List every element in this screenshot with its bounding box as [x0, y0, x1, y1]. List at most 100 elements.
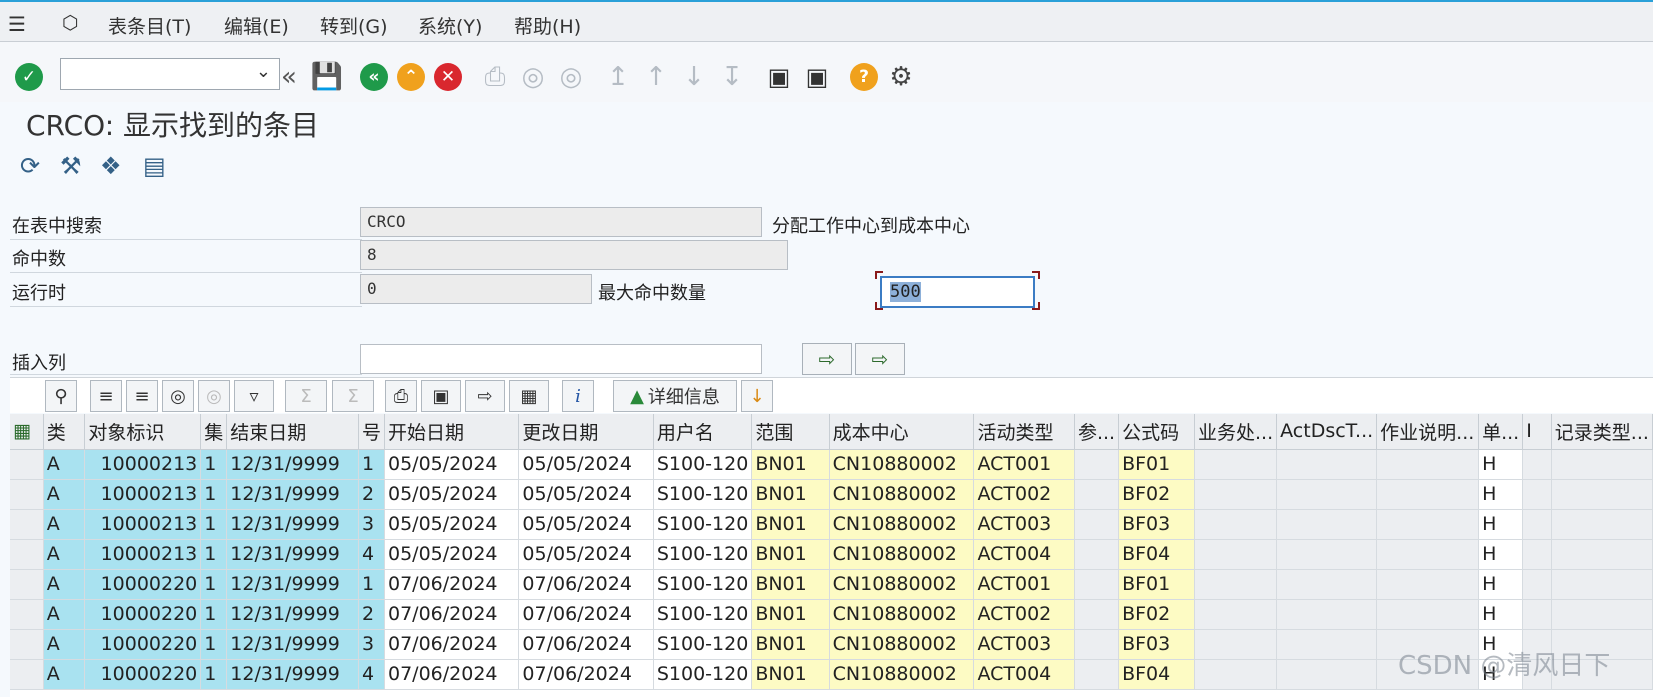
table-row[interactable]: A 10000213 1 12/31/9999 3 05/05/2024 05/05/202…	[10, 509, 1653, 540]
table-row[interactable]: A 10000213 1 12/31/9999 4 05/05/2024 05/05/202…	[10, 539, 1653, 570]
sort-ascending-button[interactable]: ≡	[90, 380, 122, 412]
filter-button[interactable]: ▿	[234, 380, 274, 412]
find-button[interactable]: ◎	[516, 60, 550, 94]
row-selector[interactable]	[10, 479, 44, 510]
column-header[interactable]: 成本中心	[829, 414, 975, 450]
column-header[interactable]: 活动类型	[973, 414, 1075, 450]
views-button[interactable]: ▣	[421, 380, 461, 412]
table-cell: ACT004	[973, 659, 1075, 690]
command-field[interactable]: ⌄	[60, 58, 280, 90]
table-cell: 12/31/9999	[226, 599, 359, 630]
back-button[interactable]: «	[357, 60, 391, 94]
details-view-button[interactable]: ⚲	[45, 380, 77, 412]
menu-edit[interactable]: 编辑(E)	[224, 12, 289, 39]
menu-help[interactable]: 帮助(H)	[514, 12, 581, 39]
column-header[interactable]: ActDscT...	[1276, 414, 1378, 450]
column-header[interactable]: 类	[43, 414, 86, 450]
help-button[interactable]: ?	[847, 60, 881, 94]
enter-button[interactable]: ✓	[12, 60, 46, 94]
export-button[interactable]: ⇨	[465, 380, 505, 412]
table-cell	[1376, 539, 1480, 570]
column-header[interactable]: 业务处...	[1194, 414, 1278, 450]
row-selector[interactable]	[10, 509, 44, 540]
next-page-button[interactable]: ↓	[677, 60, 711, 94]
last-page-button[interactable]: ↧	[715, 60, 749, 94]
column-header[interactable]: 范围	[751, 414, 830, 450]
table-cell	[1551, 569, 1653, 600]
row-selector[interactable]	[10, 449, 44, 480]
column-header[interactable]: 开始日期	[384, 414, 520, 450]
column-header[interactable]: 公式码	[1118, 414, 1196, 450]
layout-button[interactable]: ▦	[509, 380, 549, 412]
column-header[interactable]: 对象标识	[84, 414, 202, 450]
menu-system[interactable]: 系统(Y)	[418, 12, 482, 39]
refresh-button[interactable]: ⟳	[20, 152, 50, 186]
layout-icon-header[interactable]: ▦	[10, 414, 44, 450]
create-session-button[interactable]: ▣	[762, 60, 796, 94]
column-header[interactable]: 更改日期	[518, 414, 654, 450]
column-header[interactable]: 单...	[1478, 414, 1524, 450]
table-row[interactable]: A 10000213 1 12/31/9999 1 05/05/2024 05/05/202…	[10, 449, 1653, 480]
subtotal-button[interactable]: Σ	[332, 380, 374, 412]
chevron-down-icon[interactable]: ⌄	[256, 61, 271, 82]
filter-icon: ▿	[249, 385, 259, 407]
row-selector[interactable]	[10, 629, 44, 660]
column-header[interactable]: 用户名	[653, 414, 753, 450]
sap-logo-icon[interactable]: ⬡	[62, 12, 79, 34]
column-header[interactable]: 号	[358, 414, 385, 450]
table-cell: 10000220	[84, 629, 202, 660]
info-icon: i	[575, 385, 581, 407]
details-button[interactable]: ▲ 详细信息	[613, 380, 737, 412]
menu-icon[interactable]: ☰	[8, 12, 26, 36]
first-page-button[interactable]: ↥	[601, 60, 635, 94]
find-button[interactable]: ◎	[162, 380, 194, 412]
table-cell	[1522, 539, 1552, 570]
sort-descending-button[interactable]: ≡	[126, 380, 158, 412]
table-cell: CN10880002	[829, 629, 975, 660]
column-header[interactable]: 参...	[1074, 414, 1120, 450]
back-collapse-button[interactable]: «	[272, 60, 306, 94]
column-header[interactable]: 集	[200, 414, 228, 450]
table-cell	[1376, 449, 1480, 480]
change-settings-button[interactable]: ⚒	[60, 152, 90, 186]
menu-table-entry[interactable]: 表条目(T)	[108, 12, 191, 39]
table-row[interactable]: A 10000220 1 12/31/9999 2 07/06/2024 07/06/202…	[10, 599, 1653, 630]
search-table-field[interactable]: CRCO	[360, 207, 762, 237]
total-button[interactable]: Σ	[285, 380, 327, 412]
print-button[interactable]: ⎙	[478, 60, 512, 94]
alv-toolbar: ⚲ ≡ ≡ ◎ ◎ ▿ Σ Σ ⎙ ▣ ⇨ ▦ i ▲ 详细信息 ↓	[10, 377, 1653, 413]
column-header[interactable]: 结束日期	[226, 414, 359, 450]
table-contents-button[interactable]: ❖	[100, 152, 130, 186]
sort-detail-button[interactable]: ↓	[741, 380, 773, 412]
save-button[interactable]: 💾	[310, 60, 344, 94]
column-header[interactable]: 记录类型...	[1551, 414, 1653, 450]
execute-insert-button[interactable]: ⇨	[855, 343, 905, 375]
column-header[interactable]: I	[1522, 414, 1552, 450]
max-hits-value: 500	[890, 282, 921, 302]
row-selector[interactable]	[10, 599, 44, 630]
find-next-button[interactable]: ◎	[554, 60, 588, 94]
exit-button[interactable]: ⌃	[394, 60, 428, 94]
info-button[interactable]: i	[562, 380, 594, 412]
row-selector[interactable]	[10, 569, 44, 600]
cancel-button[interactable]: ✕	[431, 60, 465, 94]
display-list-button[interactable]: ▤	[143, 152, 173, 186]
last-page-icon: ↧	[721, 62, 743, 92]
insert-column-button[interactable]: ⇨	[802, 343, 852, 375]
max-hits-input[interactable]: 500	[880, 276, 1035, 308]
previous-page-button[interactable]: ↑	[639, 60, 673, 94]
row-selector[interactable]	[10, 659, 44, 690]
settings-button[interactable]: ⚙	[884, 60, 918, 94]
print-preview-button[interactable]: ⎙	[385, 380, 417, 412]
shortcut-button[interactable]: ▣	[800, 60, 834, 94]
table-cell: 12/31/9999	[226, 509, 359, 540]
column-header[interactable]: 作业说明...	[1376, 414, 1480, 450]
table-cell: BF01	[1118, 449, 1196, 480]
row-selector[interactable]	[10, 539, 44, 570]
table-row[interactable]: A 10000220 1 12/31/9999 1 07/06/2024 07/06/202…	[10, 569, 1653, 600]
menu-goto[interactable]: 转到(G)	[320, 12, 388, 39]
table-row[interactable]: A 10000213 1 12/31/9999 2 05/05/2024 05/05/202…	[10, 479, 1653, 510]
table-cell: H	[1478, 569, 1524, 600]
insert-column-field[interactable]	[360, 344, 762, 374]
find-next-button[interactable]: ◎	[198, 380, 230, 412]
